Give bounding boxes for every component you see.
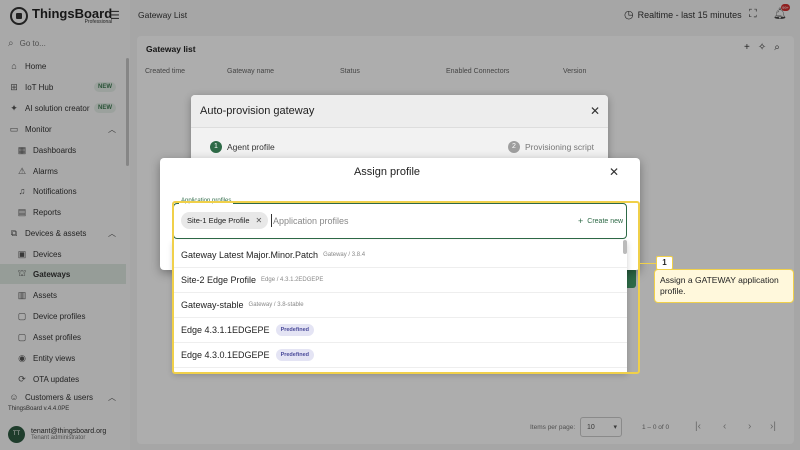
close-icon[interactable]: ✕	[590, 104, 600, 118]
step-agent-profile[interactable]: 1 Agent profile	[210, 141, 275, 153]
highlight-frame	[172, 201, 640, 374]
step-number: 1	[210, 141, 222, 153]
callout-number: 1	[656, 256, 673, 270]
callout-tooltip: Assign a GATEWAY application profile.	[654, 269, 794, 303]
step-provisioning-script[interactable]: 2 Provisioning script	[508, 141, 594, 153]
step-number: 2	[508, 141, 520, 153]
step-label: Provisioning script	[525, 142, 594, 152]
dialog-title: Auto-provision gateway	[200, 105, 315, 117]
callout-connector	[640, 263, 656, 264]
dialog-title: Assign profile	[353, 166, 421, 178]
step-label: Agent profile	[227, 142, 275, 152]
close-icon[interactable]: ✕	[609, 165, 619, 179]
